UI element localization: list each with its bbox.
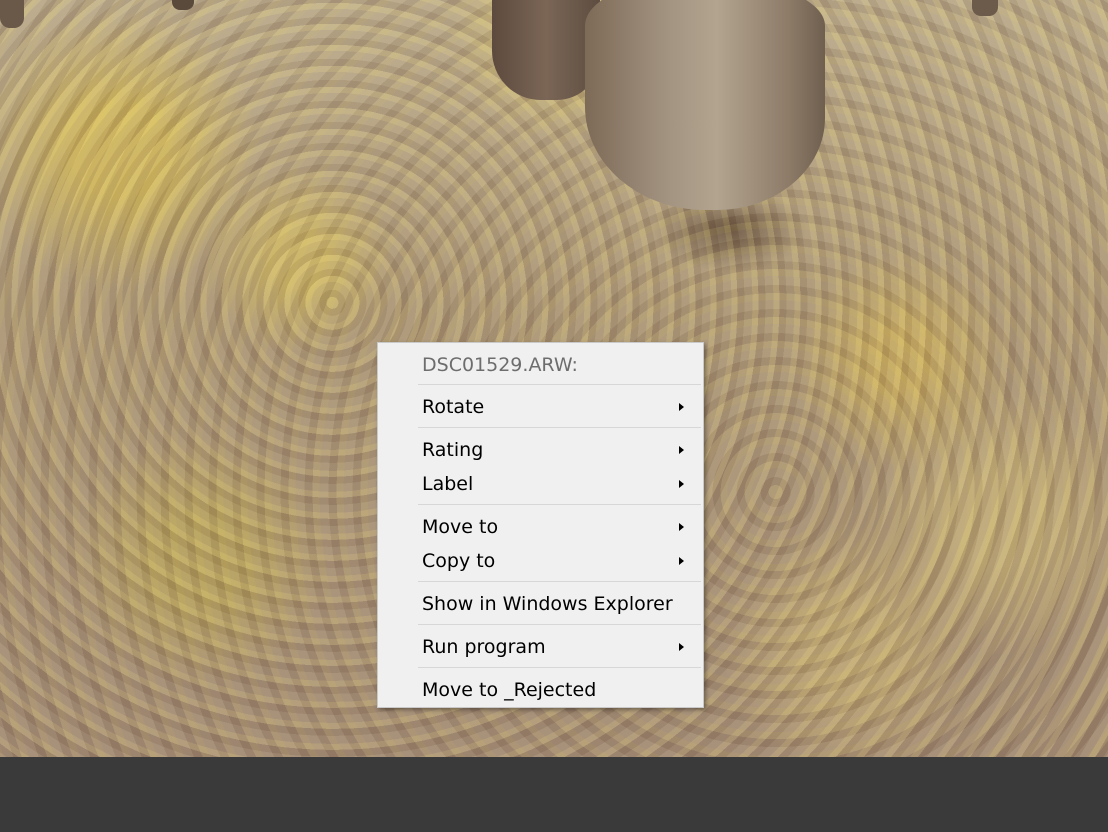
menu-separator	[418, 384, 701, 385]
menu-separator	[418, 624, 701, 625]
menu-item-copy-to[interactable]: Copy to	[381, 546, 700, 577]
context-menu: DSC01529.ARW: Rotate Rating Label Move t…	[377, 342, 704, 708]
submenu-arrow-icon	[679, 403, 684, 411]
tree-trunk	[0, 0, 24, 28]
menu-item-label: Run program	[422, 636, 546, 658]
menu-separator	[418, 427, 701, 428]
menu-item-run-program[interactable]: Run program	[381, 632, 700, 663]
menu-item-label: Move to	[422, 516, 499, 538]
menu-separator	[418, 581, 701, 582]
tree-trunk	[972, 0, 998, 16]
submenu-arrow-icon	[679, 523, 684, 531]
menu-item-label[interactable]: Label	[381, 469, 700, 500]
menu-item-label: Rotate	[422, 396, 485, 418]
menu-item-label: Copy to	[422, 550, 496, 572]
menu-item-rotate[interactable]: Rotate	[381, 392, 700, 423]
tree-trunk	[172, 0, 194, 10]
menu-item-move-to[interactable]: Move to	[381, 512, 700, 543]
menu-item-label: Move to _Rejected	[422, 679, 597, 701]
submenu-arrow-icon	[679, 557, 684, 565]
menu-separator	[418, 667, 701, 668]
bottom-bar	[0, 757, 1108, 832]
submenu-arrow-icon	[679, 643, 684, 651]
menu-separator	[418, 504, 701, 505]
submenu-arrow-icon	[679, 446, 684, 454]
tree-trunk	[585, 0, 825, 210]
menu-item-label: Label	[422, 473, 474, 495]
submenu-arrow-icon	[679, 480, 684, 488]
menu-item-move-to-rejected[interactable]: Move to _Rejected	[381, 675, 700, 706]
menu-item-show-in-explorer[interactable]: Show in Windows Explorer	[381, 589, 700, 620]
menu-item-rating[interactable]: Rating	[381, 435, 700, 466]
menu-header-filename: DSC01529.ARW:	[422, 354, 578, 376]
tree-trunk	[492, 0, 600, 100]
menu-item-label: Show in Windows Explorer	[422, 593, 673, 615]
menu-item-label: Rating	[422, 439, 484, 461]
